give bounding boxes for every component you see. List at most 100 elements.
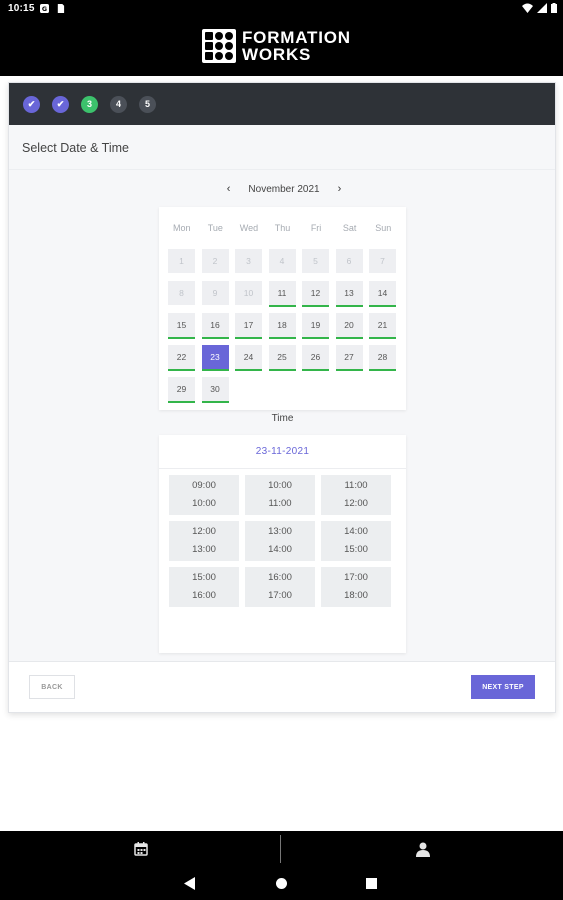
card-footer: BACK NEXT STEP	[9, 662, 555, 712]
step-indicator: ✔ ✔ 3 4 5	[9, 83, 555, 125]
bottom-tab-bar	[0, 831, 563, 867]
calendar-day[interactable]: 12	[302, 281, 329, 307]
calendar-day[interactable]: 29	[168, 377, 195, 403]
calendar-days: 1 2 3 4 5 6 7 8 9 10 11 12 13 14 15 16 17 18 19 20 21 22 23 24 2…	[168, 249, 400, 403]
status-indicators	[522, 3, 557, 13]
calendar-day[interactable]: 13	[335, 281, 363, 307]
slot-start: 11:00	[344, 480, 368, 491]
next-month-button[interactable]: ›	[338, 183, 342, 195]
step-4: 4	[110, 95, 127, 113]
tab-profile[interactable]	[282, 831, 563, 867]
calendar-day[interactable]: 28	[369, 345, 396, 371]
time-slot[interactable]: 10:00 11:00	[245, 475, 315, 515]
calendar-day[interactable]: 14	[369, 281, 396, 307]
selected-date: 23-11-2021	[159, 435, 406, 469]
calendar-day[interactable]: 25	[268, 345, 296, 371]
tab-calendar[interactable]	[0, 831, 281, 867]
calendar-day: 4	[268, 249, 296, 273]
time-slot[interactable]: 13:00 14:00	[245, 521, 315, 561]
calendar-day: 8	[168, 281, 195, 305]
app-notification-icon: G	[40, 4, 49, 13]
calendar-day[interactable]: 30	[201, 377, 229, 403]
slot-end: 17:00	[268, 590, 292, 601]
calendar-day[interactable]: 20	[335, 313, 363, 339]
calendar-day[interactable]: 18	[268, 313, 296, 339]
back-button[interactable]: BACK	[29, 675, 75, 699]
back-nav-icon[interactable]	[184, 877, 196, 890]
month-label: November 2021	[248, 183, 320, 195]
calendar-day[interactable]: 15	[168, 313, 195, 339]
month-navigation: ‹ November 2021 ›	[159, 183, 409, 195]
calendar-day: 7	[369, 249, 396, 273]
brand-name: FORMATION WORKS	[242, 29, 351, 63]
slot-end: 16:00	[192, 590, 216, 601]
slot-start: 12:00	[192, 526, 216, 537]
calendar-day[interactable]: 24	[235, 345, 262, 371]
slot-start: 14:00	[344, 526, 368, 537]
time-slot[interactable]: 17:00 18:00	[321, 567, 391, 607]
time-slot-grid: 09:00 10:00 10:00 11:00 11:00 12:00 12:00 13:00…	[169, 475, 391, 607]
calendar-day: 5	[302, 249, 329, 273]
system-nav-bar	[0, 867, 563, 900]
svg-text:G: G	[42, 6, 47, 13]
calendar-day[interactable]: 11	[268, 281, 296, 307]
brand-logo: FORMATION WORKS	[202, 29, 351, 63]
slot-end: 14:00	[268, 544, 292, 555]
calendar-day[interactable]: 21	[369, 313, 396, 339]
status-bar: 10:15 G	[0, 0, 563, 18]
slot-end: 18:00	[344, 590, 368, 601]
prev-month-button[interactable]: ‹	[227, 183, 231, 195]
slot-end: 12:00	[344, 498, 368, 509]
calendar-day[interactable]: 16	[201, 313, 229, 339]
weekday-label: Wed	[239, 223, 259, 233]
calendar-day: 3	[235, 249, 262, 273]
calendar-day[interactable]: 26	[302, 345, 329, 371]
app-header: FORMATION WORKS	[0, 18, 563, 76]
wifi-icon	[522, 3, 533, 13]
slot-start: 13:00	[268, 526, 292, 537]
tab-separator	[280, 835, 281, 863]
weekday-header: Mon Tue Wed Thu Fri Sat Sun	[165, 223, 400, 233]
slot-start: 09:00	[192, 480, 216, 491]
slot-start: 17:00	[344, 572, 368, 583]
step-1: ✔	[23, 95, 40, 113]
time-slot[interactable]: 11:00 12:00	[321, 475, 391, 515]
calendar-day: 1	[168, 249, 195, 273]
time-slot[interactable]: 12:00 13:00	[169, 521, 239, 561]
time-slot[interactable]: 15:00 16:00	[169, 567, 239, 607]
weekday-label: Sat	[342, 223, 357, 233]
step-2: ✔	[52, 95, 69, 113]
slot-end: 11:00	[268, 498, 292, 509]
calendar-day[interactable]: 27	[335, 345, 363, 371]
calendar-day[interactable]: 19	[302, 313, 329, 339]
calendar-day[interactable]: 22	[168, 345, 195, 371]
step-3: 3	[81, 95, 98, 113]
slot-end: 15:00	[344, 544, 368, 555]
time-slot[interactable]: 09:00 10:00	[169, 475, 239, 515]
home-nav-icon[interactable]	[275, 877, 288, 890]
title-divider	[9, 169, 555, 170]
slot-start: 16:00	[268, 572, 292, 583]
time-slot-panel: 23-11-2021 09:00 10:00 10:00 11:00 11:00 12:0…	[159, 435, 406, 653]
slot-end: 10:00	[192, 498, 216, 509]
booking-card: ✔ ✔ 3 4 5 Select Date & Time ‹ November 2021…	[8, 82, 556, 713]
step-5: 5	[139, 95, 156, 113]
next-step-button[interactable]: NEXT STEP	[471, 675, 535, 699]
calendar-day[interactable]: 17	[235, 313, 262, 339]
sim-card-icon	[57, 4, 65, 13]
person-icon	[415, 842, 430, 857]
weekday-label: Sun	[375, 223, 392, 233]
time-slot[interactable]: 16:00 17:00	[245, 567, 315, 607]
weekday-label: Fri	[310, 223, 322, 233]
recents-nav-icon[interactable]	[366, 878, 377, 889]
time-slot[interactable]: 14:00 15:00	[321, 521, 391, 561]
weekday-label: Tue	[207, 223, 223, 233]
calendar-day: 2	[201, 249, 229, 273]
calendar-day[interactable]: 23	[201, 345, 229, 371]
status-time: 10:15	[8, 3, 35, 14]
calendar-day: 6	[335, 249, 363, 273]
weekday-label: Mon	[173, 223, 191, 233]
signal-icon	[537, 3, 547, 13]
slot-start: 10:00	[268, 480, 292, 491]
page-title: Select Date & Time	[22, 141, 129, 155]
